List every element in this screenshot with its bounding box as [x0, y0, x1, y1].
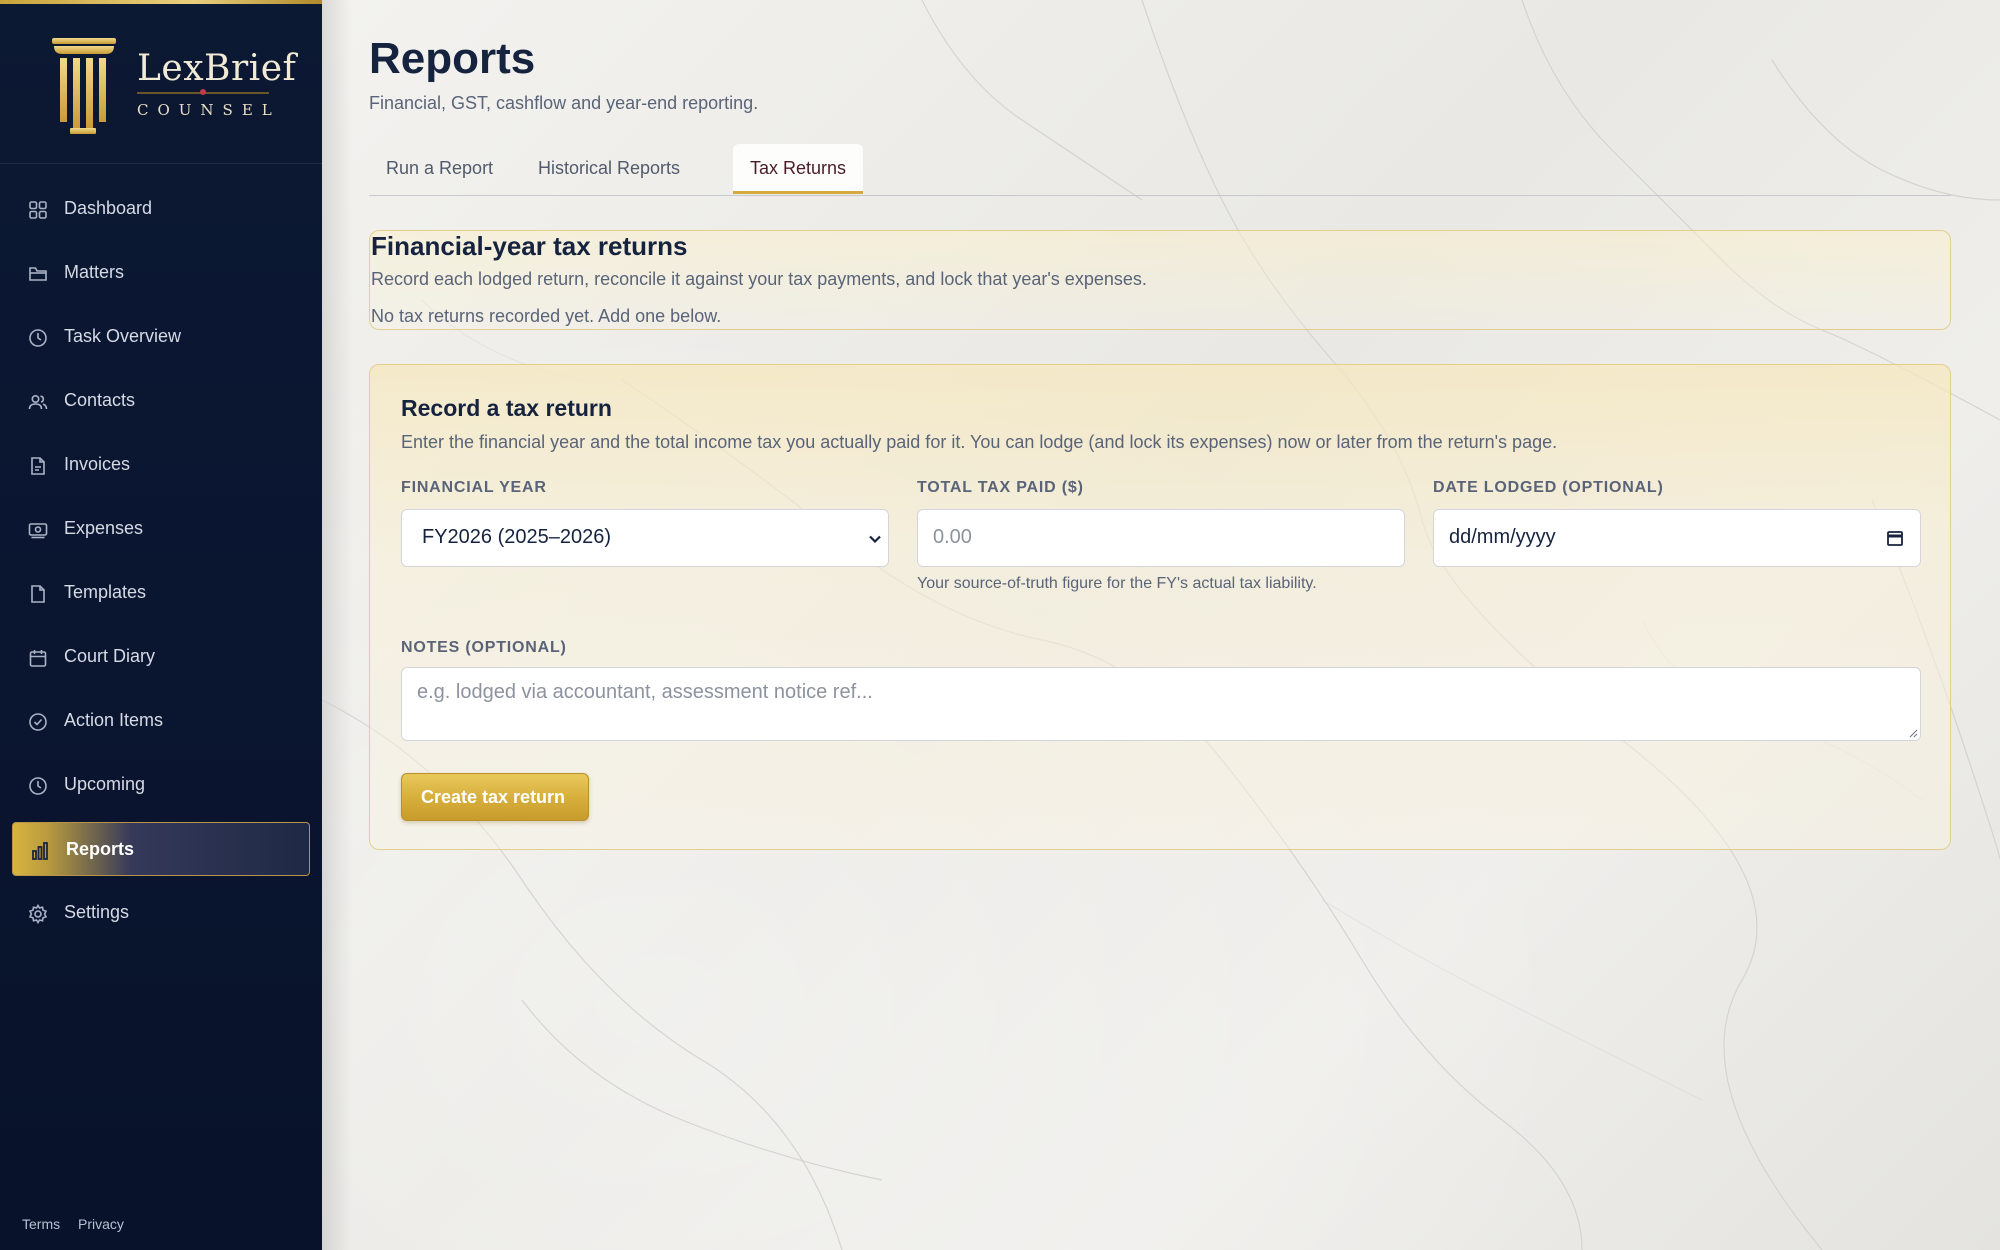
sidebar-item-dashboard[interactable]: Dashboard: [12, 182, 310, 236]
create-tax-return-button[interactable]: Create tax return: [401, 773, 589, 821]
tax-returns-description: Record each lodged return, reconcile it …: [371, 269, 1147, 289]
main-content: Reports Financial, GST, cashflow and yea…: [322, 0, 2000, 1250]
invoice-icon: [31, 457, 45, 475]
notes-placeholder: e.g. lodged via accountant, assessment n…: [417, 681, 873, 703]
form-description: Enter the financial year and the total i…: [401, 432, 1558, 452]
page-subtitle: Financial, GST, cashflow and year-end re…: [369, 93, 759, 113]
page-title: Reports: [369, 34, 536, 83]
sidebar: LexBrief COUNSEL Dashboard Matters Task …: [0, 0, 322, 1250]
users-icon: [28, 394, 48, 410]
total-tax-input[interactable]: 0.00: [917, 509, 1405, 567]
total-tax-hint: Your source-of-truth figure for the FY's…: [917, 575, 1317, 592]
report-tabs: Run a Report Historical Reports Tax Retu…: [369, 144, 1951, 196]
pillar-logo-icon: [52, 38, 116, 134]
sidebar-item-matters[interactable]: Matters: [12, 246, 310, 300]
calendar-icon: [29, 650, 47, 667]
tax-returns-title: Financial-year tax returns: [371, 231, 688, 261]
clock-icon: [29, 777, 47, 795]
notes-label: NOTES (OPTIONAL): [401, 639, 567, 656]
check-circle-icon: [29, 713, 47, 731]
privacy-link[interactable]: Privacy: [78, 1216, 124, 1232]
tab-tax-returns[interactable]: Tax Returns: [733, 144, 864, 194]
sidebar-item-label: Templates: [64, 582, 147, 602]
sidebar-item-label: Settings: [64, 902, 130, 922]
sidebar-item-task-overview[interactable]: Task Overview: [12, 310, 310, 364]
tab-historical-reports[interactable]: Historical Reports: [521, 144, 697, 194]
grid-icon: [29, 201, 47, 219]
financial-year-value: FY2026 (2025–2026): [422, 526, 612, 548]
document-icon: [31, 585, 45, 603]
sidebar-item-label: Reports: [66, 839, 135, 859]
terms-link[interactable]: Terms: [22, 1216, 60, 1232]
sidebar-item-expenses[interactable]: Expenses: [12, 502, 310, 556]
brand-subtitle: COUNSEL: [137, 101, 281, 119]
sidebar-item-action-items[interactable]: Action Items: [12, 694, 310, 748]
sidebar-item-settings[interactable]: Settings: [12, 886, 310, 940]
date-lodged-input[interactable]: dd/mm/yyyy: [1433, 509, 1921, 567]
brand-name: LexBrief: [137, 48, 297, 89]
notes-textarea[interactable]: e.g. lodged via accountant, assessment n…: [401, 667, 1921, 741]
tab-run-a-report[interactable]: Run a Report: [369, 144, 510, 194]
total-tax-placeholder: 0.00: [933, 526, 972, 548]
brand-dot: [200, 89, 206, 95]
clock-icon: [29, 329, 47, 347]
sidebar-item-invoices[interactable]: Invoices: [12, 438, 310, 492]
sidebar-item-templates[interactable]: Templates: [12, 566, 310, 620]
folder-icon: [29, 267, 47, 281]
empty-state-text: No tax returns recorded yet. Add one bel…: [371, 306, 722, 326]
sidebar-item-label: Expenses: [64, 518, 144, 538]
sidebar-item-contacts[interactable]: Contacts: [12, 374, 310, 428]
sidebar-nav: Dashboard Matters Task Overview Contacts…: [0, 182, 322, 950]
financial-year-select[interactable]: FY2026 (2025–2026): [401, 509, 889, 567]
sidebar-item-label: Action Items: [64, 710, 164, 730]
date-lodged-placeholder: dd/mm/yyyy: [1449, 526, 1556, 548]
create-tax-return-label: Create tax return: [421, 787, 566, 807]
gear-icon: [28, 904, 48, 924]
sidebar-item-label: Task Overview: [64, 326, 182, 346]
sidebar-item-label: Upcoming: [64, 774, 146, 794]
chevron-down-icon: [869, 535, 881, 544]
sidebar-item-label: Invoices: [64, 454, 131, 474]
form-title: Record a tax return: [401, 395, 612, 421]
sidebar-item-label: Dashboard: [64, 198, 153, 218]
sidebar-item-label: Court Diary: [64, 646, 156, 666]
sidebar-item-court-diary[interactable]: Court Diary: [12, 630, 310, 684]
bar-chart-icon: [32, 842, 48, 860]
sidebar-footer: Terms Privacy: [22, 1216, 138, 1232]
sidebar-item-label: Matters: [64, 262, 125, 282]
sidebar-item-upcoming[interactable]: Upcoming: [12, 758, 310, 812]
calendar-picker-icon[interactable]: [1886, 529, 1904, 547]
sidebar-item-label: Contacts: [64, 390, 136, 410]
record-tax-return-form: Record a tax return Enter the financial …: [369, 364, 1951, 850]
sidebar-item-reports[interactable]: Reports: [12, 822, 310, 876]
total-tax-label: TOTAL TAX PAID ($): [917, 479, 1084, 496]
financial-year-label: FINANCIAL YEAR: [401, 479, 547, 496]
cash-icon: [28, 523, 48, 539]
brand-logo[interactable]: LexBrief COUNSEL: [0, 4, 322, 164]
date-lodged-label: DATE LODGED (OPTIONAL): [1433, 479, 1664, 496]
tax-returns-card: Financial-year tax returns Record each l…: [369, 230, 1951, 330]
resize-handle-icon[interactable]: [1908, 728, 1918, 738]
